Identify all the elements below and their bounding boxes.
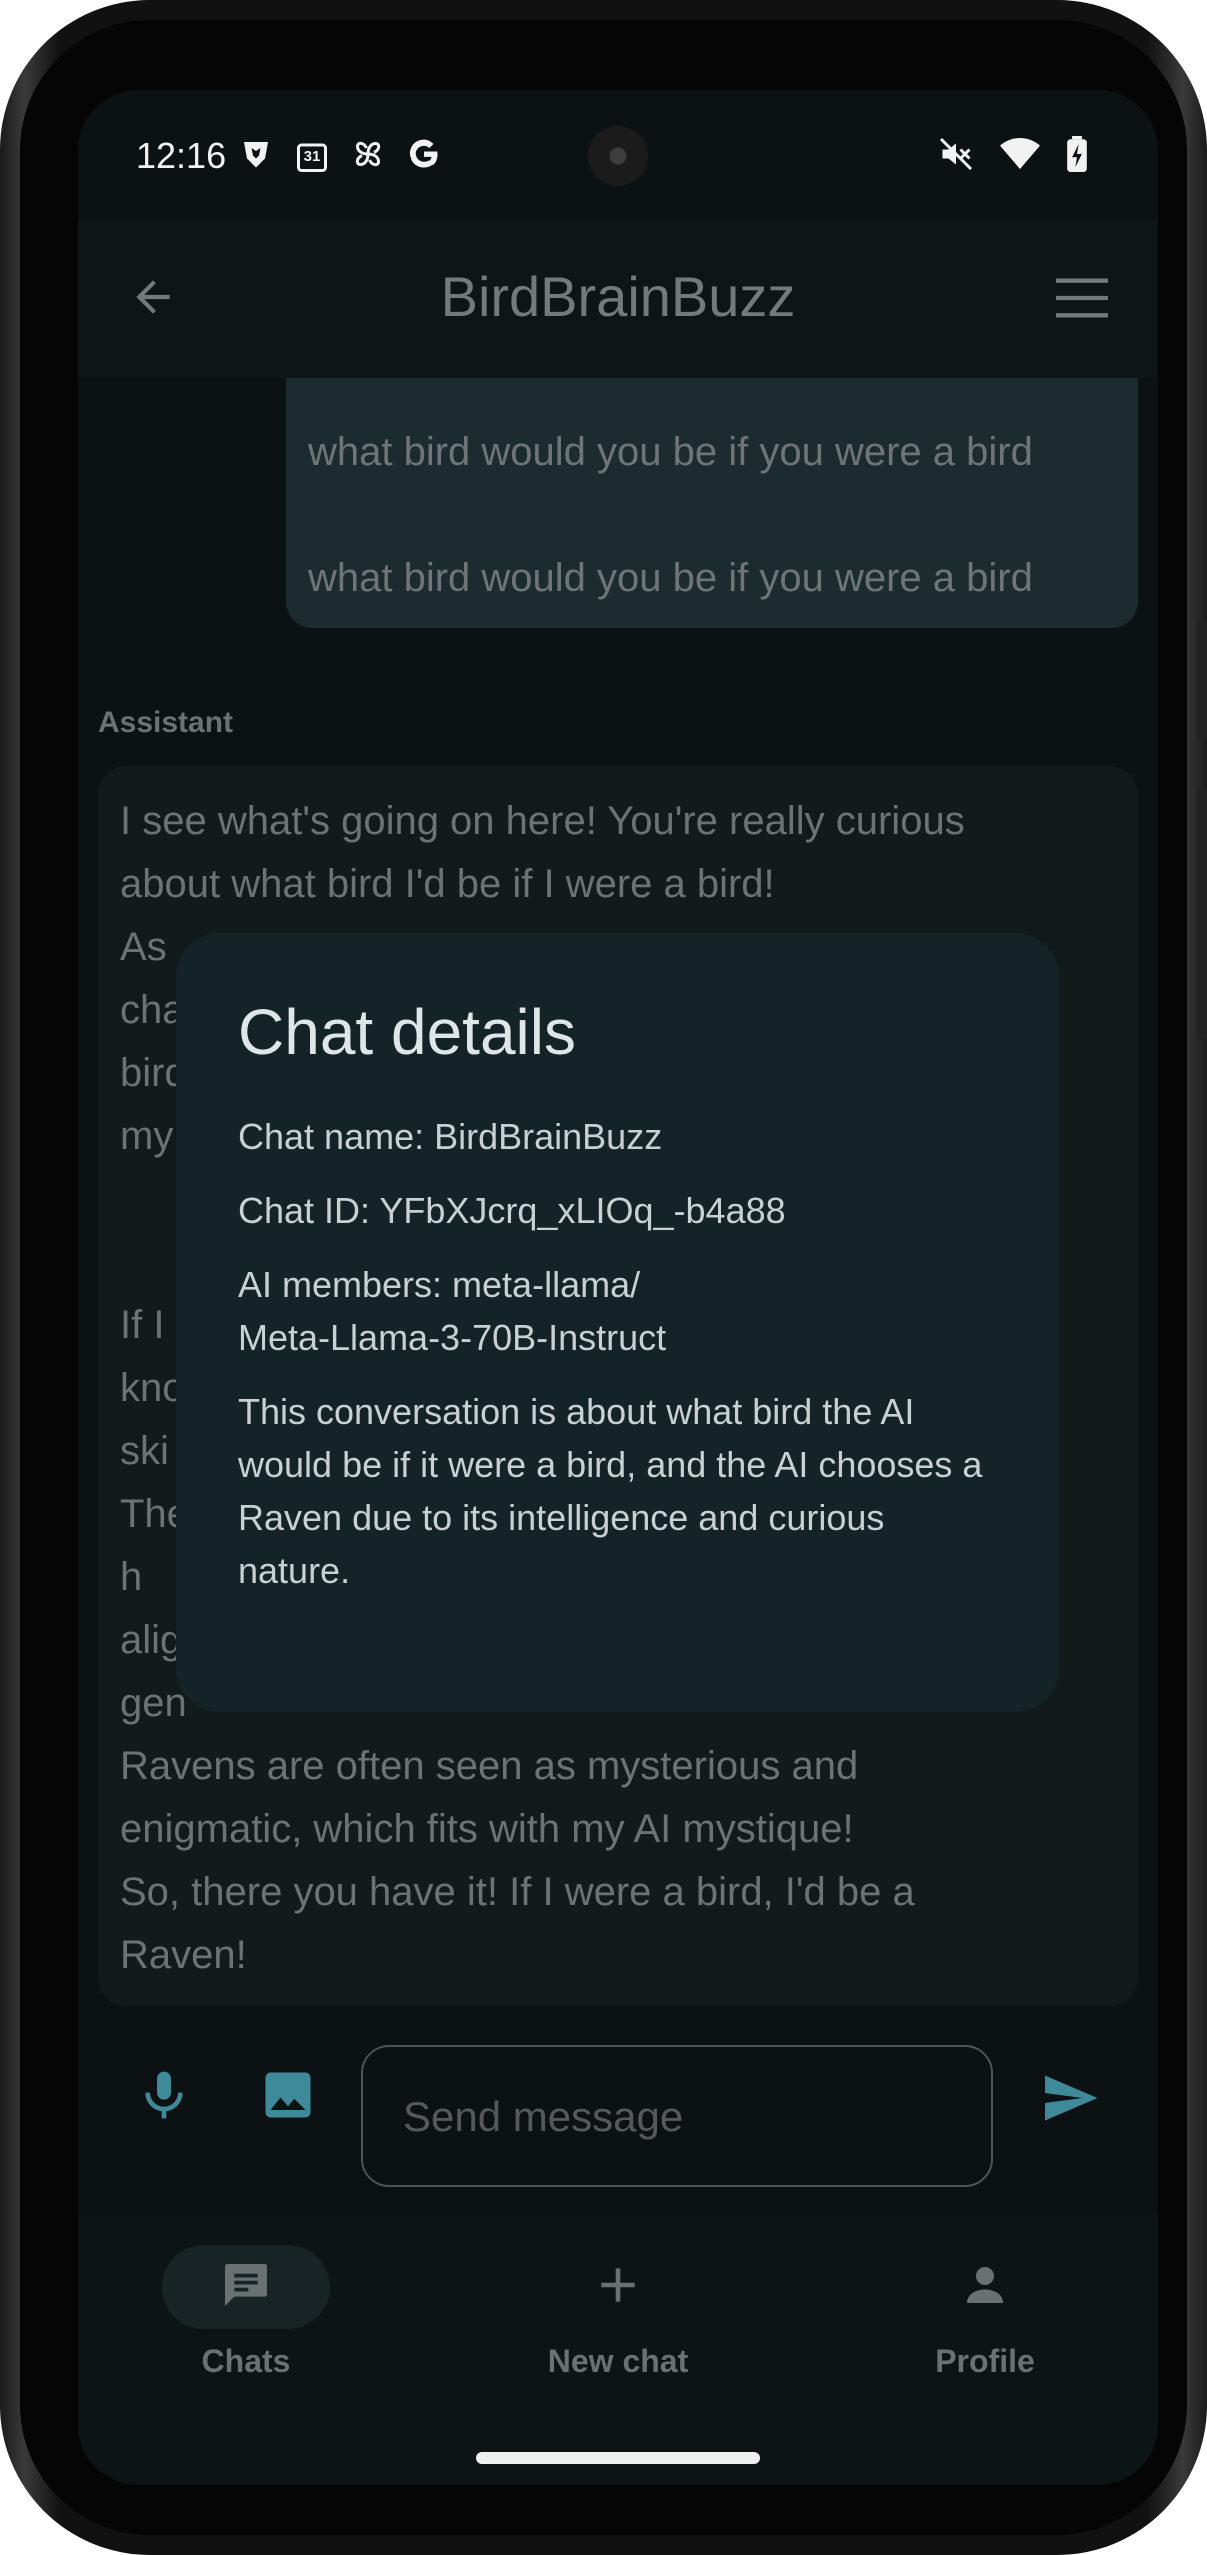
chat-name-text: Chat name: BirdBrainBuzz <box>238 1116 663 1157</box>
chat-id-text: Chat ID: YFbXJcrq_xLIOq_-b4a88 <box>238 1190 786 1231</box>
chat-summary-text: This conversation is about what bird the… <box>238 1391 983 1591</box>
ai-members-text: AI members: meta-llama/ <box>238 1264 641 1305</box>
volume-button <box>1197 790 1207 1040</box>
power-button <box>1197 620 1207 740</box>
dialog-title: Chat details <box>238 996 576 1068</box>
chat-details-dialog: Chat details Chat name: BirdBrainBuzz Ch… <box>176 933 1059 1712</box>
ai-members-model: Meta-Llama-3-70B-Instruct <box>238 1317 667 1358</box>
phone-bezel: 12:16 31 BirdBrainBuzz what bird would y… <box>20 20 1187 2535</box>
phone-frame: 12:16 31 BirdBrainBuzz what bird would y… <box>0 0 1207 2555</box>
screen: 12:16 31 BirdBrainBuzz what bird would y… <box>78 90 1158 2485</box>
